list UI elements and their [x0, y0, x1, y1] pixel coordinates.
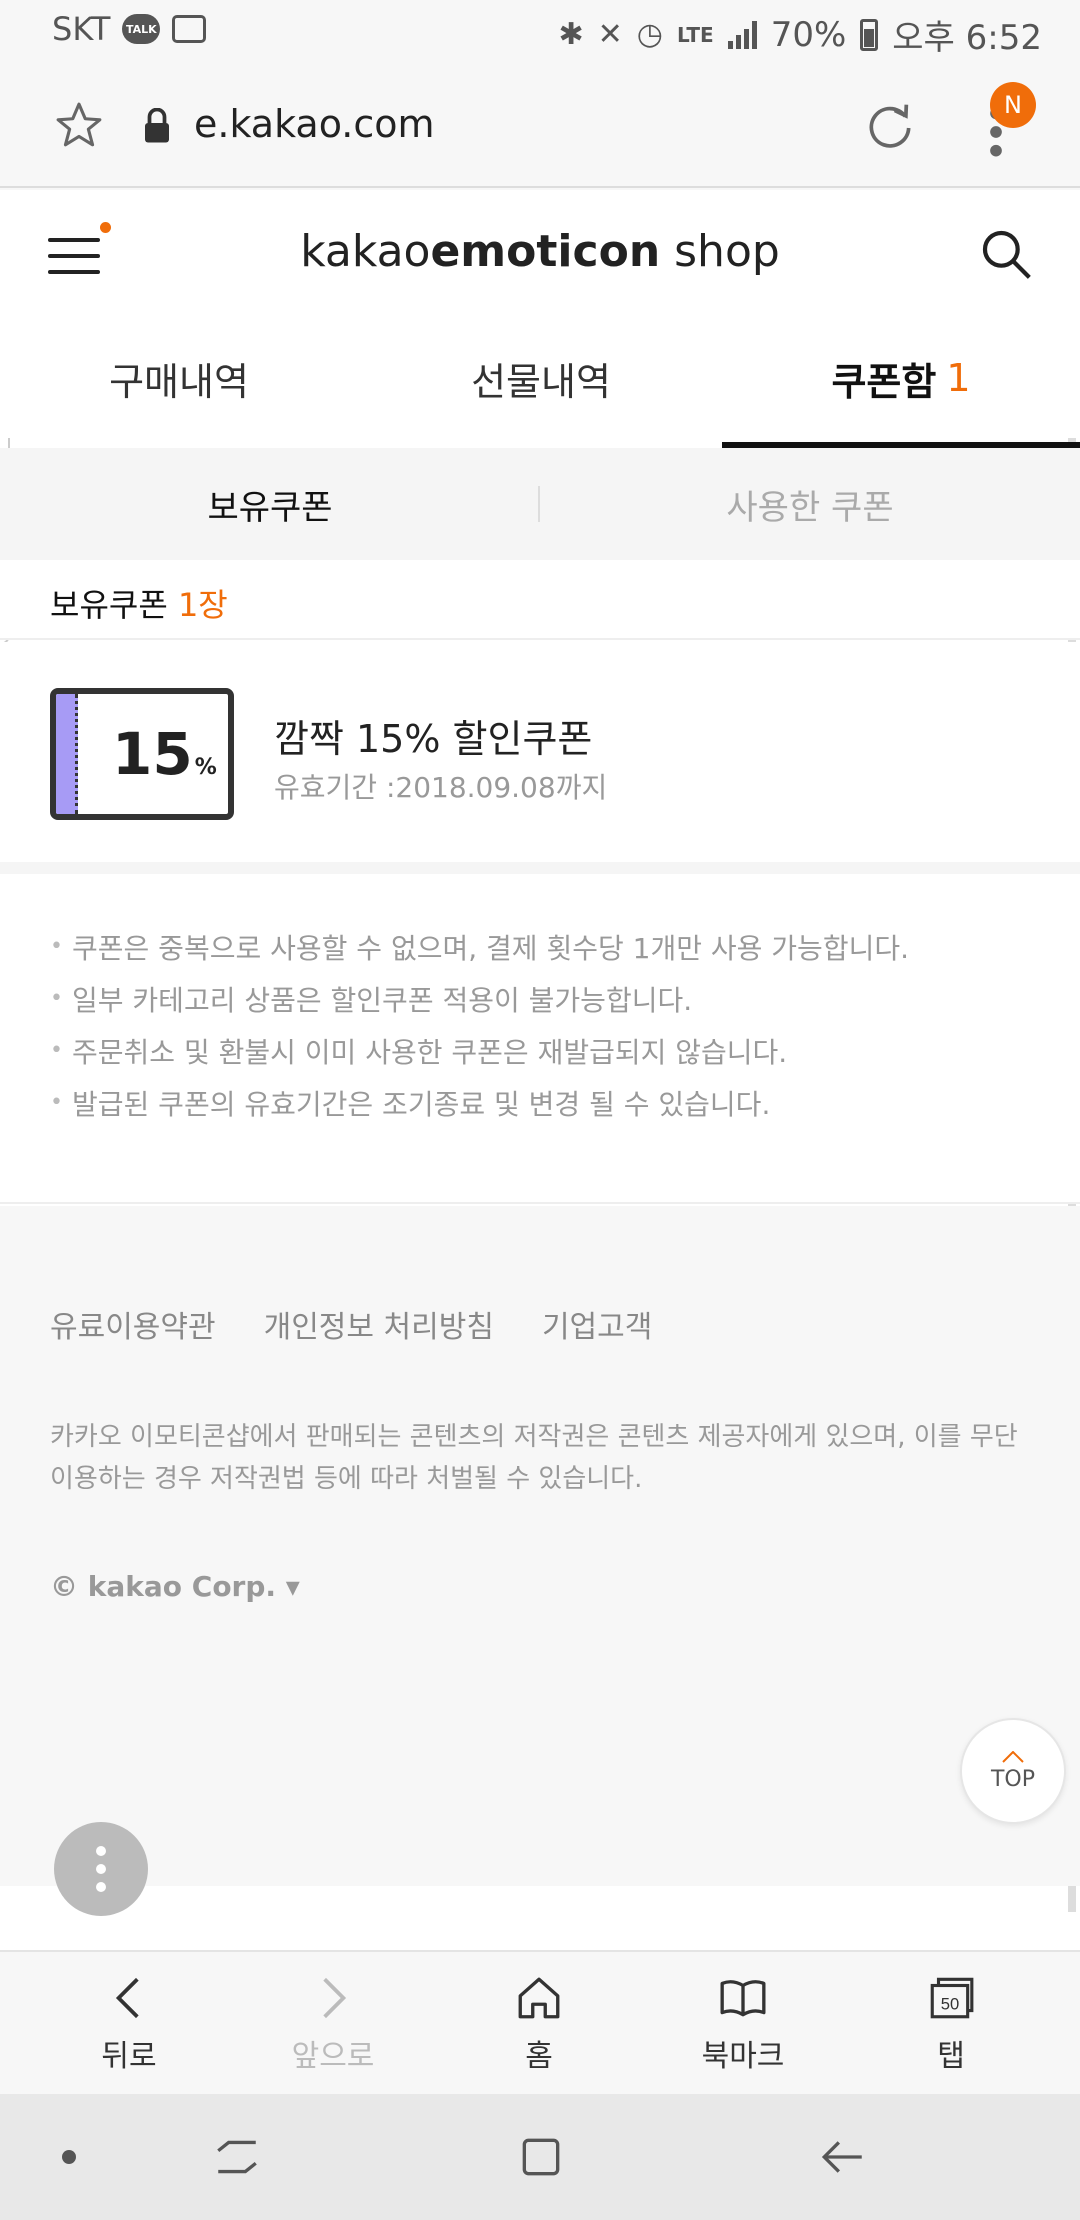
coupon-count-label: 보유쿠폰 [50, 586, 168, 624]
chevron-left-icon [115, 1977, 139, 2019]
notice-item: 발급된 쿠폰의 유효기간은 조기종료 및 변경 될 수 있습니다. [50, 1088, 1030, 1120]
status-bar-left: SKT TALK [52, 10, 207, 48]
notification-badge[interactable]: N [990, 82, 1036, 128]
bookmark-star-icon[interactable] [54, 100, 104, 150]
bluetooth-icon: ✱ [558, 17, 584, 52]
web-page: kakaoemoticon shop 구매내역 선물내역 쿠폰함 1 보유쿠폰 사… [0, 190, 1080, 2136]
tab-coupon-box[interactable]: 쿠폰함 1 [722, 318, 1080, 438]
scroll-to-top-button[interactable]: TOP [960, 1718, 1066, 1824]
logo-bold: emoticon [430, 226, 661, 277]
lock-icon [145, 108, 169, 143]
back-button[interactable]: 뒤로 [26, 1952, 232, 2096]
kakaotalk-icon: TALK [122, 14, 161, 44]
toolbar-label: 뒤로 [101, 2039, 157, 2074]
coupon-count: 보유쿠폰 1장 [50, 580, 228, 626]
subtab-label: 보유쿠폰 [207, 487, 333, 528]
coupon-expiry: 유효기간 :2018.09.08까지 [274, 771, 608, 804]
bookmarks-button[interactable]: 북마크 [640, 1952, 846, 2096]
carrier-label: SKT [52, 10, 111, 48]
chevron-right-icon [323, 1977, 347, 2019]
tab-purchase-history[interactable]: 구매내역 [0, 318, 358, 438]
coupon-ticket-icon: 15% [50, 688, 234, 820]
signal-icon [727, 20, 757, 49]
toolbar-label: 앞으로 [291, 2039, 375, 2074]
coupon-count-row: 보유쿠폰 1장 [0, 560, 1080, 640]
notice-item: 쿠폰은 중복으로 사용할 수 없으며, 결제 횟수당 1개만 사용 가능합니다. [50, 932, 1030, 964]
browser-toolbar: 뒤로 앞으로 홈 북마크 50 탭 [0, 1950, 1080, 2094]
chevron-up-icon [1002, 1750, 1024, 1763]
clock: 오후 6:52 [892, 18, 1042, 58]
footer-link-paid-terms[interactable]: 유료이용약관 [50, 1302, 216, 1346]
alarm-icon: ◷ [636, 17, 663, 52]
footer-corp-dropdown[interactable]: © kakao Corp. ▾ [50, 1570, 300, 1603]
tab-label: 구매내역 [109, 359, 249, 404]
coupon-percent-value: 15 [112, 720, 193, 788]
coupon-count-value: 1장 [177, 586, 228, 624]
browser-address-bar: e.kakao.com N [0, 62, 1080, 188]
toolbar-label: 탭 [937, 2039, 965, 2074]
url-text[interactable]: e.kakao.com [194, 102, 435, 146]
tab-count-badge: 1 [946, 356, 971, 400]
footer-links: 유료이용약관 개인정보 처리방침 기업고객 [50, 1302, 652, 1346]
search-icon[interactable] [978, 226, 1034, 282]
dot [96, 1882, 106, 1892]
footer-link-privacy[interactable]: 개인정보 처리방침 [264, 1302, 494, 1346]
back-arrow-icon[interactable] [818, 2132, 868, 2182]
tab-label: 쿠폰함 [831, 359, 937, 404]
coupon-item[interactable]: 15% 깜짝 15% 할인쿠폰 유효기간 :2018.09.08까지 [0, 642, 1080, 874]
notice-item: 일부 카테고리 상품은 할인쿠폰 적용이 불가능합니다. [50, 984, 1030, 1016]
battery-icon [860, 18, 879, 51]
tabs-button[interactable]: 50 탭 [848, 1952, 1054, 2096]
status-bar-right: ✱ ✕ ◷ LTE 70% 오후 6:52 [558, 10, 1042, 59]
coupon-notices: 쿠폰은 중복으로 사용할 수 없으며, 결제 횟수당 1개만 사용 가능합니다.… [0, 874, 1080, 1204]
main-tabs: 구매내역 선물내역 쿠폰함 1 [0, 318, 1080, 438]
voicemail-icon [172, 15, 207, 43]
mute-icon: ✕ [597, 17, 623, 52]
coupon-stripe [56, 694, 78, 814]
footer-link-business[interactable]: 기업고객 [542, 1302, 652, 1346]
system-navigation-bar [0, 2094, 1080, 2220]
subtab-label: 사용한 쿠폰 [726, 487, 894, 528]
home-square-icon[interactable] [516, 2132, 566, 2182]
tab-label: 선물내역 [471, 359, 611, 404]
dot [96, 1846, 106, 1856]
toolbar-label: 홈 [525, 2039, 553, 2074]
recent-apps-icon[interactable] [212, 2132, 262, 2182]
top-label: TOP [990, 1766, 1036, 1792]
coupon-title: 깜짝 15% 할인쿠폰 [274, 717, 593, 761]
tab-count: 50 [941, 1994, 960, 2013]
home-icon [518, 1977, 560, 2019]
status-bar: SKT TALK ✱ ✕ ◷ LTE 70% 오후 6:52 [0, 0, 1080, 62]
subtab-used-coupons[interactable]: 사용한 쿠폰 [540, 448, 1080, 560]
reload-icon[interactable] [862, 100, 918, 156]
site-footer: 유료이용약관 개인정보 처리방침 기업고객 카카오 이모티콘샵에서 판매되는 콘… [0, 1206, 1080, 1886]
battery-percent: 70% [770, 14, 847, 55]
floating-menu-button[interactable] [54, 1822, 148, 1916]
lte-label: LTE [676, 22, 714, 47]
site-header: kakaoemoticon shop [0, 190, 1080, 318]
book-open-icon [720, 1980, 766, 2017]
coupon-percent: 15% [112, 720, 217, 788]
home-button[interactable]: 홈 [436, 1952, 642, 2096]
notice-item: 주문취소 및 환불시 이미 사용한 쿠폰은 재발급되지 않습니다. [50, 1036, 1030, 1068]
logo-light: kakao [300, 226, 431, 277]
coupon-subtabs: 보유쿠폰 사용한 쿠폰 [0, 448, 1080, 560]
toolbar-label: 북마크 [701, 2039, 785, 2074]
forward-button[interactable]: 앞으로 [230, 1952, 436, 2096]
tabs-icon: 50 [930, 1977, 974, 2019]
footer-copyright-notice: 카카오 이모티콘샵에서 판매되는 콘텐츠의 저작권은 콘텐츠 제공자에게 있으며… [50, 1422, 1018, 1494]
dot [96, 1864, 106, 1874]
coupon-percent-sign: % [194, 755, 217, 780]
tab-gift-history[interactable]: 선물내역 [360, 318, 722, 438]
subtab-owned-coupons[interactable]: 보유쿠폰 [0, 448, 540, 560]
nav-hide-dot[interactable] [62, 2150, 76, 2164]
site-logo[interactable]: kakaoemoticon shop [0, 226, 1080, 277]
logo-suffix: shop [660, 226, 780, 277]
